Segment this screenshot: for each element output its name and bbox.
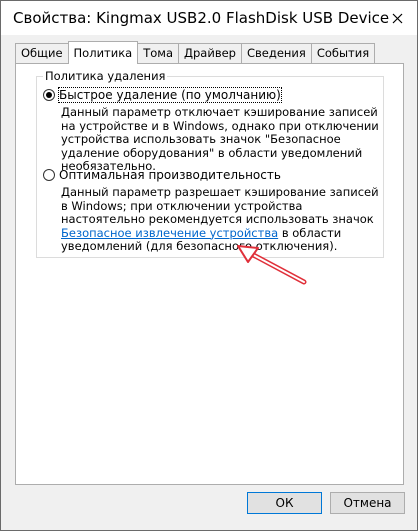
description-text-before: Данный параметр разрешает кэширование за… xyxy=(61,185,379,226)
window-title: Свойства: Kingmax USB2.0 FlashDisk USB D… xyxy=(13,9,390,27)
removal-policy-group: Политика удаления Быстрое удаление (по у… xyxy=(36,69,384,258)
tab-details[interactable]: Сведения xyxy=(240,43,312,63)
group-label: Политика удаления xyxy=(43,69,168,83)
tab-driver[interactable]: Драйвер xyxy=(178,43,242,63)
better-performance-option[interactable]: Оптимальная производительность xyxy=(43,168,281,182)
ok-button[interactable]: ОК xyxy=(247,492,322,514)
tab-policy[interactable]: Политика xyxy=(67,41,139,64)
quick-removal-radio[interactable] xyxy=(43,89,55,101)
red-arrow-annotation xyxy=(237,245,307,285)
close-icon xyxy=(392,13,402,23)
tab-events[interactable]: События xyxy=(310,43,376,63)
radio-selected-dot xyxy=(46,92,52,98)
quick-removal-option[interactable]: Быстрое удаление (по умолчанию) xyxy=(43,87,282,103)
policy-tab-panel: Политика удаления Быстрое удаление (по у… xyxy=(15,63,404,485)
better-performance-description: Данный параметр разрешает кэширование за… xyxy=(61,185,379,254)
safely-remove-link[interactable]: Безопасное извлечение устройства xyxy=(61,226,278,240)
tab-volumes[interactable]: Тома xyxy=(137,43,180,63)
better-performance-radio[interactable] xyxy=(43,169,55,181)
properties-dialog: Свойства: Kingmax USB2.0 FlashDisk USB D… xyxy=(0,0,418,531)
close-button[interactable] xyxy=(385,9,409,27)
quick-removal-label[interactable]: Быстрое удаление (по умолчанию) xyxy=(58,87,282,103)
cancel-button[interactable]: Отмена xyxy=(330,492,405,514)
tab-general[interactable]: Общие xyxy=(15,43,69,63)
better-performance-label[interactable]: Оптимальная производительность xyxy=(59,168,281,182)
tab-strip: Общие Политика Тома Драйвер Сведения Соб… xyxy=(15,41,376,64)
quick-removal-description: Данный параметр отключает кэширование за… xyxy=(61,105,379,173)
title-bar: Свойства: Kingmax USB2.0 FlashDisk USB D… xyxy=(1,1,417,35)
